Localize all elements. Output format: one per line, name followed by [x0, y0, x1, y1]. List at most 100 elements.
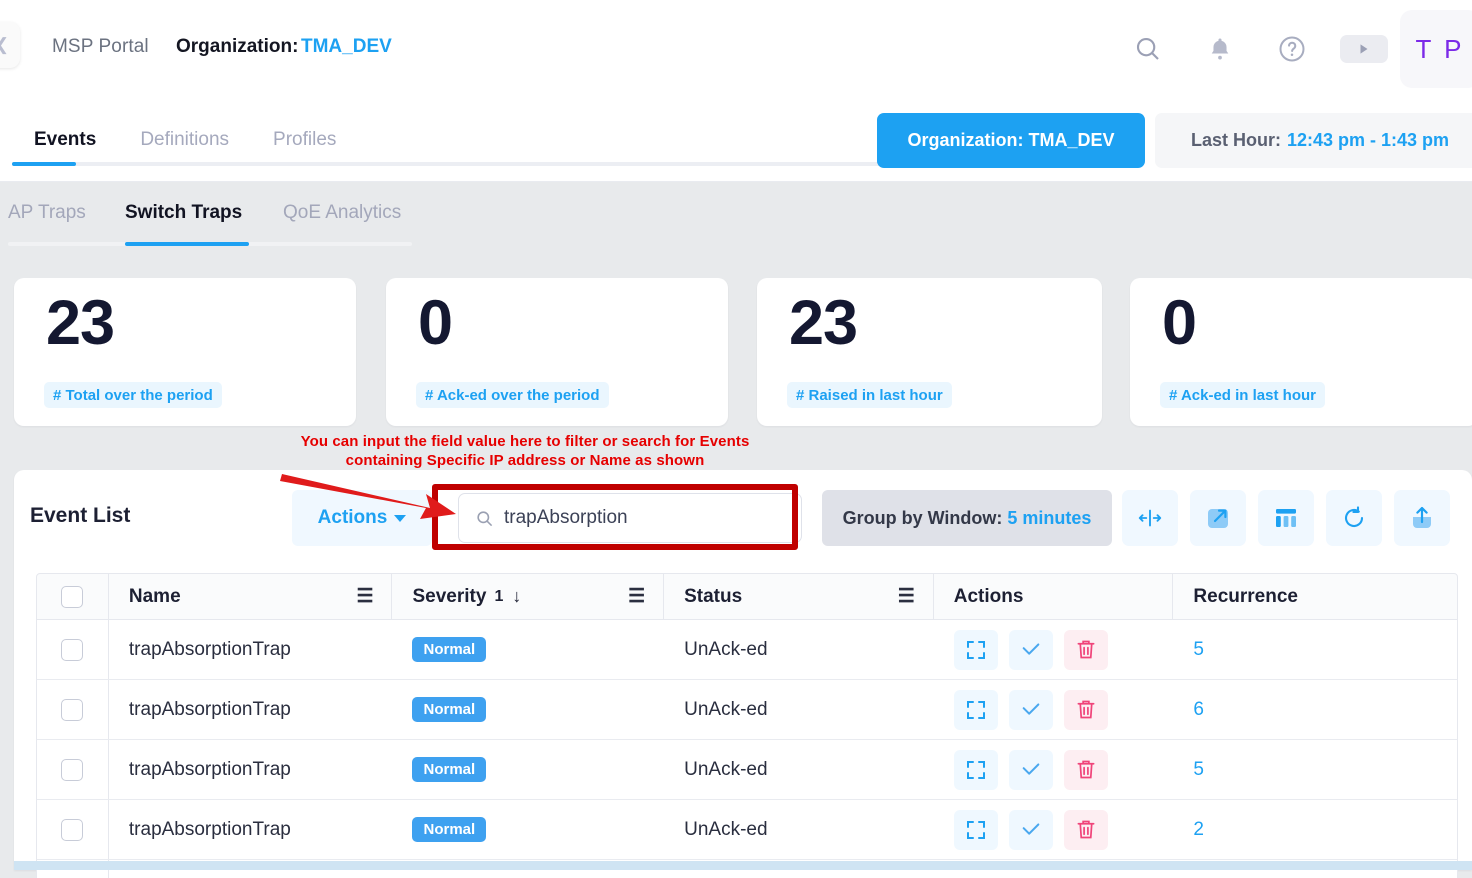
- delete-trash-icon[interactable]: [1064, 690, 1108, 730]
- kpi-card-row: 23 # Total over the period 0 # Ack-ed ov…: [0, 278, 1472, 426]
- column-header-recurrence-label: Recurrence: [1193, 586, 1298, 608]
- recurrence-value: 6: [1193, 699, 1204, 721]
- row-severity: Normal: [392, 800, 664, 859]
- row-name: trapAbsorptionTrap: [109, 800, 393, 859]
- row-checkbox[interactable]: [61, 759, 83, 781]
- expand-icon[interactable]: [954, 690, 998, 730]
- search-input-value: trapAbsorption: [504, 507, 628, 529]
- row-status: UnAck-ed: [664, 740, 934, 799]
- kpi-label: # Total over the period: [44, 382, 222, 408]
- organization-label: Organization:: [176, 36, 298, 58]
- ack-check-icon[interactable]: [1009, 690, 1053, 730]
- select-all-checkbox[interactable]: [61, 586, 83, 608]
- video-tutorial-button[interactable]: [1328, 0, 1400, 98]
- status-badge: Normal: [412, 637, 486, 662]
- sub-tab-ap-traps[interactable]: AP Traps: [8, 190, 86, 236]
- help-icon[interactable]: [1256, 0, 1328, 98]
- row-select-cell[interactable]: [37, 740, 109, 799]
- row-status: UnAck-ed: [664, 680, 934, 739]
- row-status: UnAck-ed: [664, 620, 934, 679]
- delete-trash-icon[interactable]: [1064, 750, 1108, 790]
- expand-icon[interactable]: [954, 750, 998, 790]
- group-by-window-button[interactable]: Group by Window: 5 minutes: [822, 490, 1112, 546]
- row-action-buttons: [954, 750, 1108, 790]
- row-checkbox[interactable]: [61, 819, 83, 841]
- expand-icon[interactable]: [954, 630, 998, 670]
- top-bar-icons: T P: [1112, 0, 1472, 98]
- time-range-button[interactable]: Last Hour: 12:43 pm - 1:43 pm: [1155, 113, 1472, 168]
- expand-icon[interactable]: [954, 810, 998, 850]
- row-actions: [934, 800, 1174, 859]
- table-row[interactable]: trapAbsorptionTrap Normal UnAck-ed: [36, 800, 1458, 860]
- sidebar-collapse-button[interactable]: ❮: [0, 22, 20, 68]
- event-list-panel: Event List Actions trapAbsorption Group …: [14, 470, 1472, 870]
- brand-label: MSP Portal: [52, 36, 149, 58]
- annotation-text: You can input the field value here to fi…: [0, 432, 1050, 470]
- row-select-cell[interactable]: [37, 620, 109, 679]
- column-header-recurrence[interactable]: Recurrence: [1173, 574, 1457, 619]
- column-menu-icon[interactable]: ☰: [356, 587, 373, 606]
- bell-icon[interactable]: [1184, 0, 1256, 98]
- row-select-cell[interactable]: [37, 680, 109, 739]
- event-table: Name ☰ Severity 1 ↓ ☰ Status ☰ Actions: [36, 573, 1458, 878]
- column-header-status[interactable]: Status ☰: [664, 574, 934, 619]
- export-icon[interactable]: [1394, 490, 1450, 546]
- recurrence-value: 2: [1193, 819, 1204, 841]
- recurrence-value: 5: [1193, 759, 1204, 781]
- tab-events[interactable]: Events: [12, 114, 118, 166]
- row-recurrence[interactable]: 2: [1173, 800, 1457, 859]
- sub-tab-qoe-analytics[interactable]: QoE Analytics: [283, 190, 401, 236]
- ack-check-icon[interactable]: [1009, 810, 1053, 850]
- horizontal-scrollbar[interactable]: [14, 861, 1472, 870]
- sub-tab-switch-traps[interactable]: Switch Traps: [125, 190, 242, 236]
- row-actions: [934, 740, 1174, 799]
- table-row[interactable]: trapAbsorptionTrap Normal UnAck-ed: [36, 740, 1458, 800]
- refresh-icon[interactable]: [1326, 490, 1382, 546]
- column-chart-icon[interactable]: [1258, 490, 1314, 546]
- column-menu-icon[interactable]: ☰: [898, 587, 915, 606]
- row-action-buttons: [954, 630, 1108, 670]
- row-checkbox[interactable]: [61, 699, 83, 721]
- organization-value[interactable]: TMA_DEV: [301, 36, 392, 58]
- row-recurrence[interactable]: 5: [1173, 740, 1457, 799]
- kpi-value: 0: [418, 292, 452, 355]
- kpi-label: # Raised in last hour: [787, 382, 952, 408]
- kpi-card-acked-period: 0 # Ack-ed over the period: [386, 278, 728, 426]
- row-recurrence[interactable]: 6: [1173, 680, 1457, 739]
- column-header-name[interactable]: Name ☰: [109, 574, 393, 619]
- avatar[interactable]: T P: [1400, 10, 1472, 88]
- row-severity: Normal: [392, 620, 664, 679]
- search-icon[interactable]: [1112, 0, 1184, 98]
- popout-icon[interactable]: [1190, 490, 1246, 546]
- row-checkbox[interactable]: [61, 639, 83, 661]
- fit-columns-icon[interactable]: [1122, 490, 1178, 546]
- column-menu-icon[interactable]: ☰: [628, 587, 645, 606]
- recurrence-value: 5: [1193, 639, 1204, 661]
- kpi-value: 0: [1162, 292, 1196, 355]
- row-action-buttons: [954, 690, 1108, 730]
- column-header-severity[interactable]: Severity 1 ↓ ☰: [392, 574, 664, 619]
- sort-descending-icon[interactable]: ↓: [512, 586, 521, 607]
- play-icon: [1340, 35, 1388, 63]
- kpi-label: # Ack-ed over the period: [416, 382, 609, 408]
- organization-filter-button[interactable]: Organization: TMA_DEV: [877, 113, 1145, 168]
- search-input[interactable]: trapAbsorption: [458, 493, 802, 543]
- row-recurrence[interactable]: 5: [1173, 620, 1457, 679]
- table-row[interactable]: trapAbsorptionTrap Normal UnAck-ed: [36, 680, 1458, 740]
- column-header-severity-label: Severity: [412, 586, 486, 608]
- row-select-cell[interactable]: [37, 800, 109, 859]
- ack-check-icon[interactable]: [1009, 750, 1053, 790]
- kpi-value: 23: [789, 292, 857, 355]
- row-actions: [934, 680, 1174, 739]
- table-row[interactable]: trapAbsorptionTrap Normal UnAck-ed: [36, 620, 1458, 680]
- status-badge: Normal: [412, 697, 486, 722]
- kpi-card-total: 23 # Total over the period: [14, 278, 356, 426]
- ack-check-icon[interactable]: [1009, 630, 1053, 670]
- delete-trash-icon[interactable]: [1064, 630, 1108, 670]
- tab-profiles[interactable]: Profiles: [251, 114, 358, 166]
- column-header-actions-label: Actions: [954, 586, 1024, 608]
- tab-definitions[interactable]: Definitions: [118, 114, 251, 166]
- delete-trash-icon[interactable]: [1064, 810, 1108, 850]
- search-icon: [475, 509, 494, 528]
- select-all-header[interactable]: [37, 574, 109, 619]
